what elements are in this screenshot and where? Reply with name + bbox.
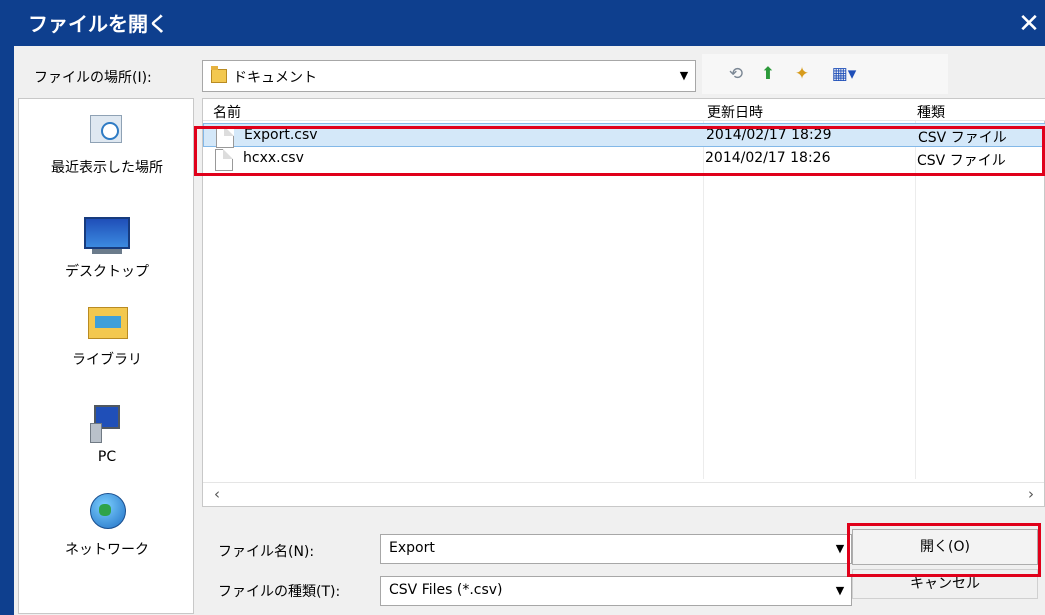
scroll-left-icon[interactable]: ‹ — [207, 484, 227, 504]
column-header-type[interactable]: 種類 — [917, 102, 945, 122]
place-desktop[interactable]: デスクトップ — [19, 215, 195, 281]
file-type: CSV ファイル — [918, 130, 1007, 146]
column-header-name[interactable]: 名前 — [213, 102, 241, 122]
look-in-value: ドキュメント — [233, 70, 317, 86]
place-pc[interactable]: PC — [19, 403, 195, 465]
filename-label: ファイル名(N): — [218, 544, 315, 560]
place-label: デスクトップ — [65, 264, 149, 280]
file-row[interactable]: hcxx.csv 2014/02/17 18:26 CSV ファイル — [203, 147, 1045, 171]
chevron-down-icon[interactable]: ▼ — [673, 61, 695, 91]
column-divider — [915, 121, 916, 479]
place-libraries[interactable]: ライブラリ — [19, 303, 195, 369]
dialog-title: ファイルを開く — [28, 12, 168, 36]
view-menu-icon[interactable]: ▦▾ — [826, 62, 862, 86]
filename-combo[interactable]: Export ▼ — [380, 534, 852, 564]
folder-icon — [211, 66, 227, 83]
file-icon — [216, 126, 234, 148]
filetype-label: ファイルの種類(T): — [218, 584, 341, 600]
nav-toolbar: ⟲ ⬆ ✦ ▦▾ — [702, 54, 948, 94]
horizontal-scrollbar[interactable]: ‹ › — [203, 482, 1044, 506]
file-name: Export.csv — [244, 127, 318, 143]
chevron-down-icon[interactable]: ▼ — [829, 535, 851, 563]
look-in-label: ファイルの場所(I): — [34, 70, 152, 86]
filename-value: Export — [389, 540, 435, 556]
place-label: ライブラリ — [72, 352, 142, 368]
chevron-down-icon[interactable]: ▼ — [829, 577, 851, 605]
back-icon[interactable]: ⟲ — [724, 62, 748, 86]
place-recent[interactable]: 最近表示した場所 — [19, 111, 195, 177]
open-button[interactable]: 開く(O) — [852, 529, 1038, 565]
look-in-combo[interactable]: ドキュメント ▼ — [202, 60, 696, 92]
file-list[interactable]: 名前 更新日時 種類 Export.csv 2014/02/17 18:29 C… — [202, 98, 1045, 507]
column-divider — [703, 121, 704, 479]
file-icon — [215, 149, 233, 171]
places-bar: 最近表示した場所 デスクトップ ライブラリ PC ネットワーク — [18, 98, 194, 614]
place-label: 最近表示した場所 — [51, 160, 163, 176]
file-date: 2014/02/17 18:26 — [705, 150, 831, 166]
place-network[interactable]: ネットワーク — [19, 493, 195, 559]
column-header-row: 名前 更新日時 種類 — [203, 99, 1045, 121]
place-label: PC — [97, 449, 117, 465]
dialog-client-area: ファイルの場所(I): ドキュメント ▼ ⟲ ⬆ ✦ ▦▾ 最近表示した場所 デ… — [14, 46, 1045, 615]
recent-places-icon — [84, 111, 130, 153]
title-bar[interactable]: ファイルを開く ✕ — [0, 0, 1045, 46]
filetype-value: CSV Files (*.csv) — [389, 582, 503, 598]
close-icon[interactable]: ✕ — [1016, 10, 1042, 38]
file-date: 2014/02/17 18:29 — [706, 127, 832, 143]
file-type: CSV ファイル — [917, 153, 1006, 169]
up-folder-icon[interactable]: ⬆ — [756, 62, 780, 86]
new-folder-icon[interactable]: ✦ — [790, 62, 814, 86]
open-file-dialog: ファイルを開く ✕ ファイルの場所(I): ドキュメント ▼ ⟲ ⬆ ✦ ▦▾ … — [0, 0, 1045, 615]
computer-icon — [84, 403, 130, 445]
file-name: hcxx.csv — [243, 150, 304, 166]
filetype-combo[interactable]: CSV Files (*.csv) ▼ — [380, 576, 852, 606]
file-row-selected[interactable]: Export.csv 2014/02/17 18:29 CSV ファイル — [203, 123, 1045, 148]
network-globe-icon — [84, 493, 130, 535]
place-label: ネットワーク — [65, 542, 149, 558]
library-folder-icon — [84, 303, 130, 345]
scroll-right-icon[interactable]: › — [1021, 484, 1041, 504]
desktop-icon — [84, 215, 130, 257]
cancel-button[interactable]: キャンセル — [852, 569, 1038, 599]
column-header-date[interactable]: 更新日時 — [707, 102, 763, 122]
